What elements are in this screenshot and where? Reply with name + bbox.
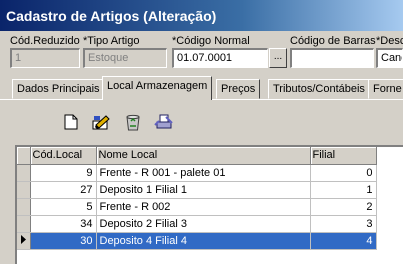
cell-nome-local: Deposito 2 Filial 3 xyxy=(96,215,311,233)
row-indicator xyxy=(17,198,31,216)
edit-icon[interactable] xyxy=(91,111,112,133)
table-row[interactable]: 9 Frente - R 001 - palete 01 0 xyxy=(17,164,377,182)
tab-dados-principais[interactable]: Dados Principais xyxy=(12,79,105,99)
cell-cod-local: 30 xyxy=(30,232,97,250)
cell-nome-local: Frente - R 001 - palete 01 xyxy=(96,164,311,182)
tab-tributos-contabeis[interactable]: Tributos/Contábeis xyxy=(268,79,370,99)
cell-filial: 3 xyxy=(310,215,377,233)
codigo-barras-field[interactable] xyxy=(290,48,374,68)
table-row-selected[interactable]: 30 Deposito 4 Filial 4 4 xyxy=(17,232,377,250)
cell-filial: 0 xyxy=(310,164,377,182)
recycle-bin-icon[interactable] xyxy=(122,111,143,133)
grid-corner xyxy=(17,147,31,165)
descricao-label: *Desc xyxy=(376,35,403,47)
col-header-cod-local[interactable]: Cód.Local xyxy=(30,147,97,165)
cell-nome-local: Deposito 1 Filial 1 xyxy=(96,181,311,199)
cell-nome-local: Deposito 4 Filial 4 xyxy=(96,232,311,250)
row-indicator xyxy=(17,164,31,182)
cell-cod-local: 5 xyxy=(30,198,97,216)
new-document-icon[interactable] xyxy=(60,111,81,133)
cell-filial: 1 xyxy=(310,181,377,199)
cell-filial: 2 xyxy=(310,198,377,216)
current-row-arrow-icon xyxy=(17,232,31,250)
cod-reduzido-label: Cód.Reduzido xyxy=(10,35,80,47)
tipo-artigo-field[interactable]: Estoque xyxy=(83,48,167,68)
col-header-nome-local[interactable]: Nome Local xyxy=(96,147,311,165)
tipo-artigo-label: *Tipo Artigo xyxy=(83,35,140,47)
cod-reduzido-field[interactable]: 1 xyxy=(10,48,80,68)
codigo-lookup-button[interactable]: ... xyxy=(269,48,287,68)
row-indicator xyxy=(17,181,31,199)
tab-local-armazenagem[interactable]: Local Armazenagem xyxy=(102,76,213,100)
cell-cod-local: 9 xyxy=(30,164,97,182)
tab-fornecedores[interactable]: Forne xyxy=(368,79,403,99)
col-header-filial[interactable]: Filial xyxy=(310,147,377,165)
descricao-field[interactable]: Cane xyxy=(376,48,403,68)
print-icon[interactable] xyxy=(153,111,174,133)
codigo-normal-field[interactable]: 01.07.0001 xyxy=(172,48,268,68)
codigo-barras-label: Código de Barras xyxy=(290,35,376,47)
codigo-normal-label: *Código Normal xyxy=(172,35,250,47)
row-indicator xyxy=(17,215,31,233)
cell-filial: 4 xyxy=(310,232,377,250)
locais-grid[interactable]: Cód.Local Nome Local Filial 9 Frente - R… xyxy=(15,145,403,264)
local-armazenagem-panel: Cód.Local Nome Local Filial 9 Frente - R… xyxy=(0,99,403,264)
table-row[interactable]: 5 Frente - R 002 2 xyxy=(17,198,377,216)
window-title: Cadastro de Artigos (Alteração) xyxy=(0,0,403,31)
tab-precos[interactable]: Preços xyxy=(216,79,261,99)
table-row[interactable]: 34 Deposito 2 Filial 3 3 xyxy=(17,215,377,233)
table-row[interactable]: 27 Deposito 1 Filial 1 1 xyxy=(17,181,377,199)
tab-strip: Dados Principais Local Armazenagem Preço… xyxy=(0,75,403,100)
cell-nome-local: Frente - R 002 xyxy=(96,198,311,216)
cell-cod-local: 34 xyxy=(30,215,97,233)
cell-cod-local: 27 xyxy=(30,181,97,199)
grid-toolbar xyxy=(54,109,174,135)
